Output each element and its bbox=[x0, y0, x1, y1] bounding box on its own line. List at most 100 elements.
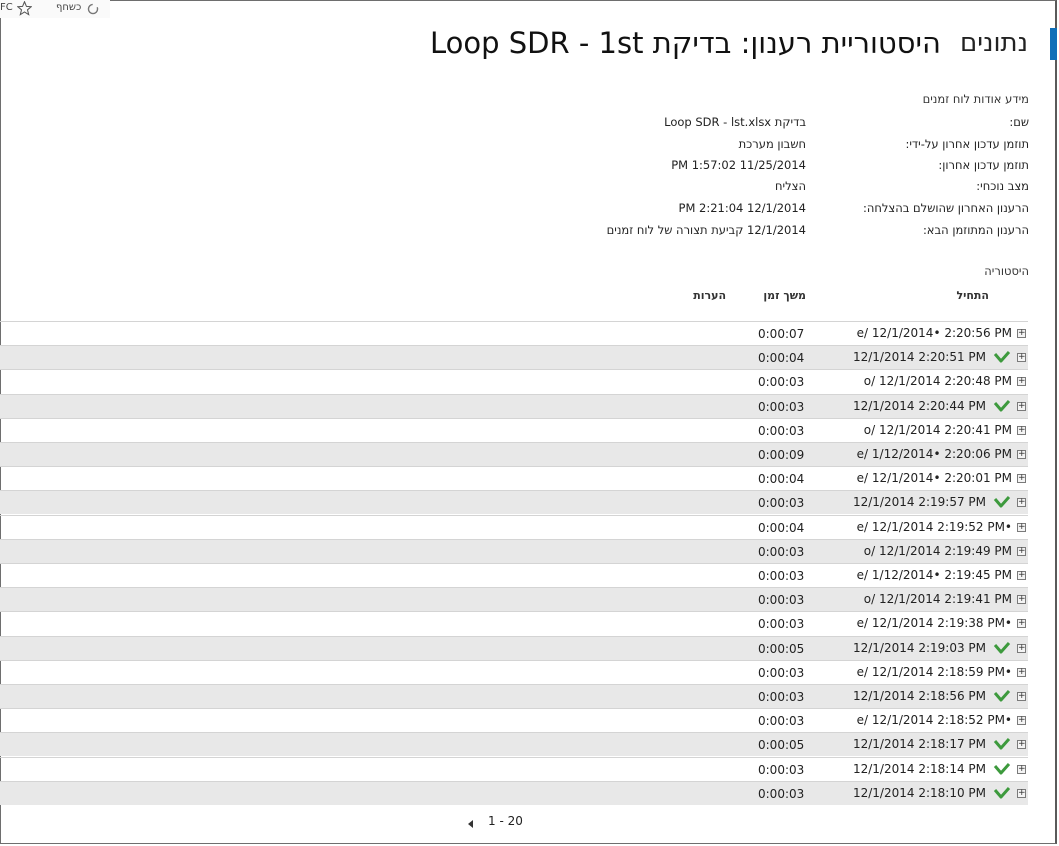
info-value: חשבון מערכת bbox=[738, 137, 806, 151]
row-started: 12/1/2014 2:18:56 PM bbox=[852, 689, 986, 703]
row-started: 12/1/2014 2:18:17 PM bbox=[852, 737, 986, 752]
row-duration: 0:00:03 bbox=[758, 617, 805, 632]
page-title: היסטוריית רענון: בדיקת Loop SDR - 1st bbox=[430, 26, 941, 60]
row-started: o/ 12/1/2014 2:20:48 PM bbox=[863, 374, 1012, 389]
browser-toolbar: FC כשחף bbox=[0, 0, 110, 18]
expand-icon[interactable]: + bbox=[1017, 716, 1026, 726]
table-row[interactable]: +12/1/2014 2:18:10 PM 0:00:03 bbox=[0, 780, 1028, 805]
table-row[interactable]: + e/ 1/12/2014• 2:19:45 PM 0:00:03 bbox=[0, 563, 1028, 587]
row-duration: 0:00:03 bbox=[758, 714, 805, 729]
table-row[interactable]: + e/ 12/1/2014 2:18:52 PM• 0:00:03 bbox=[0, 708, 1028, 732]
column-started[interactable]: התחיל bbox=[956, 289, 989, 302]
column-duration[interactable]: משך זמן bbox=[763, 289, 806, 302]
expand-icon[interactable]: + bbox=[1017, 595, 1026, 605]
expand-icon[interactable]: + bbox=[1017, 474, 1026, 484]
expand-icon[interactable]: + bbox=[1017, 643, 1026, 653]
success-check-icon bbox=[993, 762, 1011, 775]
row-duration: 0:00:05 bbox=[758, 641, 805, 656]
row-duration: 0:00:03 bbox=[758, 569, 805, 583]
table-row[interactable]: + e/ 12/1/2014 2:19:52 PM• 0:00:04 bbox=[0, 514, 1028, 539]
table-row[interactable]: +12/1/2014 2:18:14 PM 0:00:03 bbox=[0, 756, 1028, 781]
schedule-info-heading: מידע אודות לוח זמנים bbox=[922, 92, 1029, 106]
expand-icon[interactable]: + bbox=[1017, 667, 1026, 677]
expand-icon[interactable]: + bbox=[1017, 546, 1026, 556]
expand-icon[interactable]: + bbox=[1017, 692, 1026, 701]
row-started: o/ 12/1/2014 2:20:41 PM bbox=[863, 422, 1012, 437]
row-duration: 0:00:03 bbox=[758, 690, 805, 704]
row-started: 12/1/2014 2:20:44 PM bbox=[852, 398, 986, 413]
table-row[interactable]: + o/ 12/1/2014 2:20:41 PM 0:00:03 bbox=[0, 417, 1028, 442]
row-duration: 0:00:05 bbox=[758, 738, 805, 753]
table-row[interactable]: +12/1/2014 2:20:44 PM 0:00:03 bbox=[0, 393, 1028, 418]
row-duration: 0:00:03 bbox=[758, 762, 805, 777]
info-label: מצב נוכחי: bbox=[976, 179, 1029, 193]
column-comments[interactable]: הערות bbox=[693, 289, 726, 302]
expand-icon[interactable]: + bbox=[1017, 498, 1026, 508]
info-value: 11/25/2014 1:57:02 PM bbox=[671, 158, 806, 172]
table-row[interactable]: + e/ 12/1/2014 2:18:59 PM• 0:00:03 bbox=[0, 659, 1028, 684]
table-row[interactable]: + o/ 12/1/2014 2:20:48 PM 0:00:03 bbox=[0, 369, 1028, 393]
row-started: e/ 12/1/2014• 2:20:01 PM bbox=[856, 471, 1012, 486]
table-row[interactable]: +12/1/2014 2:19:57 PM 0:00:03 bbox=[0, 490, 1028, 515]
success-check-icon bbox=[993, 690, 1011, 702]
table-row[interactable]: + o/ 12/1/2014 2:19:41 PM 0:00:03 bbox=[0, 587, 1028, 612]
row-duration: 0:00:03 bbox=[758, 375, 805, 390]
row-started: e/ 12/1/2014• 2:20:56 PM bbox=[856, 326, 1012, 340]
app-title[interactable]: נתונים bbox=[960, 28, 1028, 58]
pager-range: 1 - 20 bbox=[488, 814, 523, 828]
table-row[interactable]: +12/1/2014 2:18:56 PM 0:00:03 bbox=[0, 684, 1028, 708]
info-value: 12/1/2014 קביעת תצורה של לוח זמנים bbox=[606, 223, 806, 237]
refresh-icon[interactable] bbox=[86, 2, 100, 16]
row-duration: 0:00:03 bbox=[758, 544, 805, 559]
info-label: תוזמן עדכון אחרון: bbox=[938, 158, 1029, 172]
expand-icon[interactable]: + bbox=[1017, 522, 1026, 532]
row-duration: 0:00:09 bbox=[758, 448, 805, 462]
success-check-icon bbox=[993, 399, 1011, 412]
row-started: e/ 1/12/2014• 2:20:06 PM bbox=[856, 447, 1012, 461]
table-row[interactable]: +12/1/2014 2:20:51 PM 0:00:04 bbox=[0, 345, 1028, 370]
info-label: שם: bbox=[1009, 115, 1029, 129]
table-row[interactable]: + e/ 12/1/2014• 2:20:01 PM 0:00:04 bbox=[0, 466, 1028, 490]
row-started: e/ 12/1/2014 2:18:52 PM• bbox=[856, 713, 1012, 728]
table-row[interactable]: +12/1/2014 2:18:17 PM 0:00:05 bbox=[0, 732, 1028, 757]
table-row[interactable]: + o/ 12/1/2014 2:19:49 PM 0:00:03 bbox=[0, 538, 1028, 563]
row-started: 12/1/2014 2:19:03 PM bbox=[852, 640, 986, 655]
expand-icon[interactable]: + bbox=[1017, 377, 1026, 387]
share-button[interactable]: כשחף bbox=[56, 2, 81, 13]
row-duration: 0:00:03 bbox=[758, 399, 805, 414]
favorites-label: FC bbox=[0, 2, 13, 13]
row-duration: 0:00:04 bbox=[758, 520, 805, 535]
table-row[interactable]: + e/ 1/12/2014• 2:20:06 PM 0:00:09 bbox=[0, 442, 1028, 466]
row-duration: 0:00:03 bbox=[758, 593, 805, 608]
table-row[interactable]: +12/1/2014 2:19:03 PM 0:00:05 bbox=[0, 635, 1028, 660]
expand-icon[interactable]: + bbox=[1017, 401, 1026, 411]
previous-page-icon[interactable] bbox=[467, 819, 475, 829]
info-value: 12/1/2014 2:21:04 PM bbox=[678, 201, 806, 215]
success-check-icon bbox=[993, 351, 1011, 363]
row-duration: 0:00:03 bbox=[758, 786, 805, 801]
success-check-icon bbox=[993, 641, 1011, 654]
expand-icon[interactable]: + bbox=[1017, 329, 1026, 338]
row-duration: 0:00:04 bbox=[758, 351, 805, 366]
expand-icon[interactable]: + bbox=[1017, 740, 1026, 750]
success-check-icon bbox=[993, 496, 1011, 508]
star-icon[interactable] bbox=[17, 1, 32, 16]
info-label: הרענון המתוזמן הבא: bbox=[922, 223, 1029, 237]
expand-icon[interactable]: + bbox=[1017, 425, 1026, 435]
expand-icon[interactable]: + bbox=[1017, 788, 1026, 798]
table-row[interactable]: + e/ 12/1/2014• 2:20:56 PM 0:00:07 bbox=[0, 321, 1028, 345]
info-label: תוזמן עדכון אחרון על-ידי: bbox=[905, 137, 1029, 151]
expand-icon[interactable]: + bbox=[1017, 764, 1026, 774]
expand-icon[interactable]: + bbox=[1017, 619, 1026, 629]
row-started: e/ 1/12/2014• 2:19:45 PM bbox=[856, 568, 1012, 582]
expand-icon[interactable]: + bbox=[1017, 571, 1026, 580]
row-duration: 0:00:03 bbox=[758, 423, 805, 438]
expand-icon[interactable]: + bbox=[1017, 450, 1026, 459]
row-started: 12/1/2014 2:20:51 PM bbox=[852, 350, 986, 365]
table-row[interactable]: + e/ 12/1/2014 2:19:38 PM• 0:00:03 bbox=[0, 611, 1028, 635]
row-started: e/ 12/1/2014 2:18:59 PM• bbox=[856, 664, 1012, 679]
history-heading: היסטוריה bbox=[984, 264, 1029, 278]
expand-icon[interactable]: + bbox=[1017, 353, 1026, 363]
success-check-icon bbox=[993, 738, 1011, 750]
info-value: בדיקת Loop SDR - lst.xlsx bbox=[664, 115, 806, 129]
